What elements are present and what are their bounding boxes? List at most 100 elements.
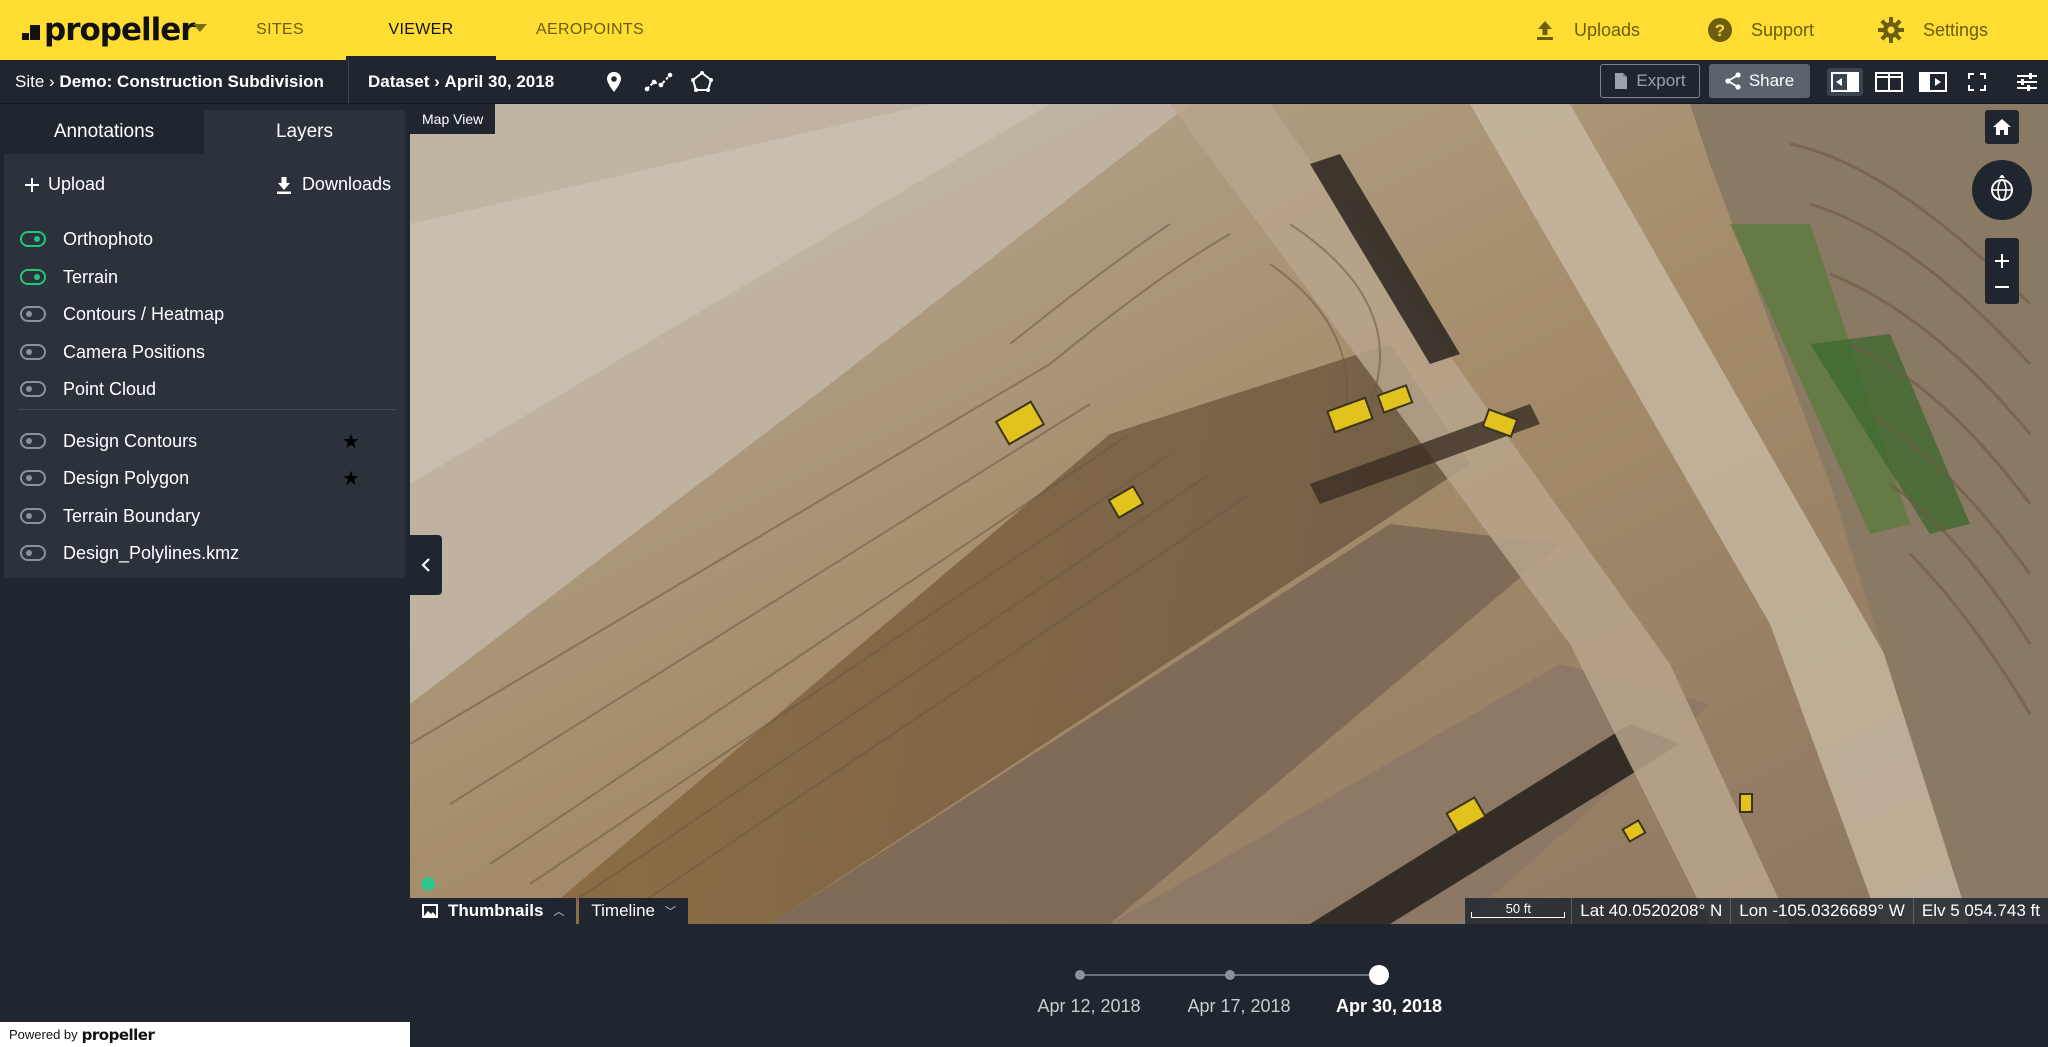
layer-label: Design Polygon bbox=[63, 467, 190, 488]
globe-icon bbox=[1991, 175, 2013, 201]
timeline-date-label[interactable]: Apr 12, 2018 bbox=[1037, 996, 1140, 1017]
fullscreen-icon bbox=[1968, 73, 1986, 91]
layer-orthophoto[interactable]: Orthophoto bbox=[20, 224, 400, 254]
dataset-timeline: Apr 12, 2018 Apr 17, 2018 Apr 30, 2018 bbox=[410, 924, 2048, 1047]
location-pin-icon[interactable] bbox=[602, 70, 626, 94]
star-icon[interactable]: ★ bbox=[342, 429, 360, 454]
share-label: Share bbox=[1748, 71, 1795, 90]
zoom-in-icon[interactable] bbox=[1994, 253, 2010, 269]
split-view-button[interactable] bbox=[1871, 68, 1907, 96]
layer-divider bbox=[18, 409, 396, 410]
zoom-controls bbox=[1985, 238, 2019, 304]
upload-icon bbox=[1537, 21, 1553, 40]
layer-design-polygon[interactable]: Design Polygon ★ bbox=[20, 463, 400, 493]
map-viewport[interactable]: Map View Thumbnails ︿ Timeline ﹀ 50 ft L… bbox=[410, 104, 2048, 924]
tab-annotations[interactable]: Annotations bbox=[4, 110, 204, 154]
timeline-date-label-active[interactable]: Apr 30, 2018 bbox=[1336, 996, 1442, 1017]
layers-panel: Annotations Layers Upload Downloads Orth… bbox=[4, 110, 405, 578]
export-button[interactable]: Export bbox=[1600, 64, 1700, 98]
export-label: Export bbox=[1636, 71, 1686, 90]
chevron-down-icon[interactable] bbox=[193, 24, 207, 32]
coordinate-readout: 50 ft Lat 40.0520208° N Lon -105.0326689… bbox=[1465, 898, 2048, 924]
upload-label: Upload bbox=[48, 174, 106, 194]
timeline-dot-active[interactable] bbox=[1369, 965, 1389, 985]
layer-visibility-toggle[interactable] bbox=[20, 269, 46, 285]
layer-visibility-toggle[interactable] bbox=[20, 508, 46, 524]
uploads-label: Uploads bbox=[1574, 19, 1641, 40]
layer-visibility-toggle[interactable] bbox=[20, 433, 46, 449]
timeline-dot[interactable] bbox=[1225, 970, 1235, 980]
timeline-dot[interactable] bbox=[1075, 970, 1085, 980]
thumbnails-label: Thumbnails bbox=[448, 901, 544, 920]
settings-link[interactable]: Settings bbox=[1877, 0, 1988, 60]
uploads-link[interactable]: Uploads bbox=[1534, 0, 1640, 60]
layer-terrain[interactable]: Terrain bbox=[20, 262, 400, 292]
layer-label: Point Cloud bbox=[63, 378, 157, 399]
layer-terrain-boundary[interactable]: Terrain Boundary bbox=[20, 501, 400, 531]
star-icon[interactable]: ★ bbox=[342, 466, 360, 491]
elevation-readout: Elv 5 054.743 ft bbox=[1912, 898, 2048, 924]
layer-label: Design Contours bbox=[63, 430, 198, 451]
powered-by-brand: propeller bbox=[81, 1025, 155, 1044]
upload-button[interactable]: Upload bbox=[24, 174, 105, 195]
compass-control[interactable] bbox=[1972, 160, 2032, 220]
layer-camera-positions[interactable]: Camera Positions bbox=[20, 337, 400, 367]
dataset-breadcrumb[interactable]: Dataset › April 30, 2018 bbox=[368, 60, 554, 104]
tab-layers[interactable]: Layers bbox=[204, 110, 405, 154]
logo-mark-icon bbox=[22, 19, 40, 41]
view-panel-icon bbox=[1919, 72, 1947, 92]
powered-by-footer[interactable]: Powered by propeller bbox=[0, 1022, 410, 1047]
chevron-left-icon bbox=[421, 558, 430, 572]
collapse-sidebar-button[interactable] bbox=[410, 535, 442, 595]
nav-tab-viewer[interactable]: VIEWER bbox=[346, 0, 496, 60]
scale-label: 50 ft bbox=[1505, 901, 1531, 916]
document-icon bbox=[1615, 73, 1628, 89]
layer-label: Design_Polylines.kmz bbox=[63, 542, 240, 563]
site-breadcrumb[interactable]: Site › Demo: Construction Subdivision bbox=[15, 60, 324, 104]
timeline-date-label[interactable]: Apr 17, 2018 bbox=[1187, 996, 1290, 1017]
split-view-left-button[interactable] bbox=[1827, 68, 1863, 96]
layer-point-cloud[interactable]: Point Cloud bbox=[20, 374, 400, 404]
chevron-down-icon: ﹀ bbox=[665, 906, 677, 918]
zoom-out-icon[interactable] bbox=[1994, 285, 2010, 289]
downloads-button[interactable]: Downloads bbox=[276, 174, 391, 195]
orthophoto-image bbox=[410, 104, 2048, 924]
thumbnails-tab[interactable]: Thumbnails ︿ bbox=[410, 898, 577, 924]
layer-visibility-toggle[interactable] bbox=[20, 231, 46, 247]
layer-design-contours[interactable]: Design Contours ★ bbox=[20, 426, 400, 456]
latitude-readout: Lat 40.0520208° N bbox=[1571, 898, 1730, 924]
image-icon bbox=[422, 904, 438, 918]
home-icon bbox=[1993, 119, 2011, 135]
polygon-icon[interactable] bbox=[690, 70, 714, 94]
chevron-up-icon: ︿ bbox=[553, 906, 565, 918]
nav-tab-aeropoints[interactable]: AEROPOINTS bbox=[520, 0, 660, 60]
fullscreen-button[interactable] bbox=[1959, 68, 1995, 96]
propeller-logo[interactable]: propeller bbox=[22, 12, 196, 48]
bottom-panel-tabs: Thumbnails ︿ Timeline ﹀ bbox=[410, 898, 691, 924]
nav-tab-sites[interactable]: SITES bbox=[240, 0, 320, 60]
home-button[interactable] bbox=[1985, 110, 2019, 144]
layer-contours-heatmap[interactable]: Contours / Heatmap bbox=[20, 299, 400, 329]
view-columns-icon bbox=[1875, 72, 1903, 92]
layer-visibility-toggle[interactable] bbox=[20, 470, 46, 486]
share-button[interactable]: Share bbox=[1709, 64, 1810, 98]
layer-visibility-toggle[interactable] bbox=[20, 545, 46, 561]
polyline-icon[interactable] bbox=[644, 70, 674, 94]
filters-button[interactable] bbox=[2009, 68, 2045, 96]
scale-bar: 50 ft bbox=[1465, 898, 1571, 924]
layer-design-polylines[interactable]: Design_Polylines.kmz bbox=[20, 538, 400, 568]
layer-label: Terrain Boundary bbox=[63, 505, 201, 526]
support-link[interactable]: ? Support bbox=[1707, 0, 1814, 60]
logo-text: propeller bbox=[44, 12, 196, 48]
layer-visibility-toggle[interactable] bbox=[20, 306, 46, 322]
timeline-label: Timeline bbox=[591, 901, 656, 920]
support-label: Support bbox=[1751, 19, 1815, 40]
context-bar: Site › Demo: Construction Subdivision Da… bbox=[0, 60, 2048, 104]
layer-visibility-toggle[interactable] bbox=[20, 381, 46, 397]
dataset-prefix: Dataset › bbox=[368, 72, 440, 91]
timeline-tab[interactable]: Timeline ﹀ bbox=[579, 898, 689, 924]
layer-visibility-toggle[interactable] bbox=[20, 344, 46, 360]
layer-label: Terrain bbox=[63, 266, 119, 287]
sliders-icon bbox=[2017, 73, 2037, 91]
split-view-right-button[interactable] bbox=[1915, 68, 1951, 96]
